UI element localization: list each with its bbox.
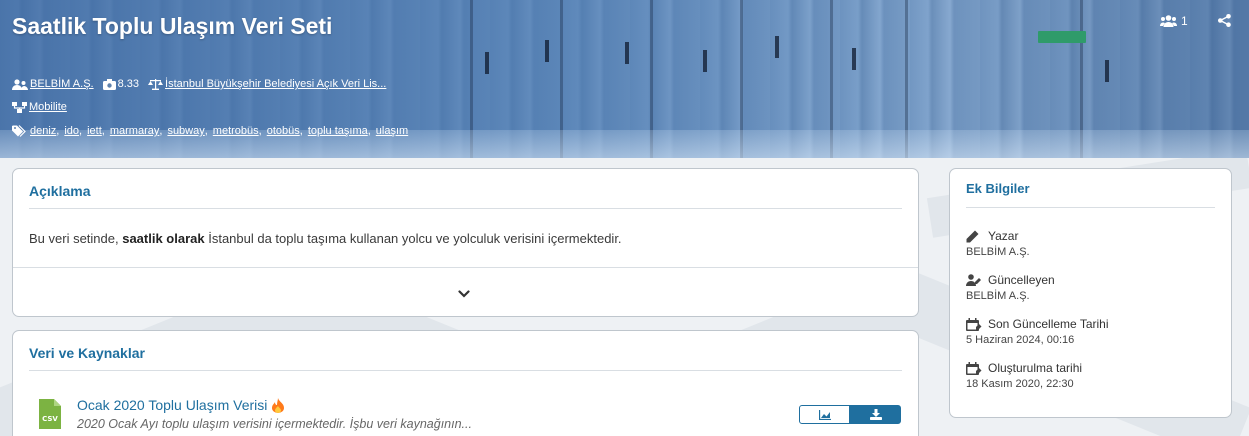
category-link[interactable]: Mobilite xyxy=(29,101,67,113)
resource-actions xyxy=(799,405,901,424)
csv-file-icon: CSV xyxy=(39,399,61,434)
additional-info-title: Ek Bilgiler xyxy=(966,181,1030,196)
additional-info-card: Ek Bilgiler Yazar BELBİM A.Ş. Güncelleye… xyxy=(949,168,1232,418)
tag-link[interactable]: iett xyxy=(87,125,102,137)
tag-link[interactable]: toplu taşıma xyxy=(308,125,368,137)
resource-description: 2020 Ocak Ayı toplu ulaşım verisini içer… xyxy=(77,417,472,431)
hero-bg-slot xyxy=(1105,60,1109,82)
share-icon xyxy=(1218,14,1231,27)
created-value: 18 Kasım 2020, 22:30 xyxy=(966,378,1074,390)
description-text: Bu veri setinde, saatlik olarak İstanbul… xyxy=(29,231,622,246)
description-title: Açıklama xyxy=(29,183,91,199)
description-text-bold: saatlik olarak xyxy=(122,231,205,246)
tags-icon xyxy=(12,125,28,137)
chevron-down-icon xyxy=(458,290,470,298)
created-label: Oluşturulma tarihi xyxy=(988,361,1083,375)
description-text-part: Bu veri setinde, xyxy=(29,231,123,246)
chart-icon xyxy=(818,409,831,420)
expand-description-button[interactable] xyxy=(458,285,470,303)
dataset-category-row: Mobilite xyxy=(12,101,67,113)
tag-link[interactable]: deniz xyxy=(30,125,56,137)
divider xyxy=(13,267,918,268)
author-label: Yazar xyxy=(988,229,1019,243)
created-info: Oluşturulma tarihi 18 Kasım 2020, 22:30 xyxy=(966,361,1082,390)
divider xyxy=(29,370,902,371)
resources-title: Veri ve Kaynaklar xyxy=(29,345,145,361)
resources-card: Veri ve Kaynaklar CSV Ocak 2020 Toplu Ul… xyxy=(12,330,919,436)
camera-icon xyxy=(102,78,116,90)
hero-bg-slot xyxy=(625,42,629,64)
download-button[interactable] xyxy=(850,405,901,424)
hero-bg-slot xyxy=(852,48,856,70)
license-link[interactable]: İstanbul Büyükşehir Belediyesi Açık Veri… xyxy=(165,78,386,90)
last-updated-value: 5 Haziran 2024, 00:16 xyxy=(966,334,1075,346)
tag-link[interactable]: marmaray xyxy=(110,125,160,137)
organization-link[interactable]: BELBİM A.Ş. xyxy=(30,78,94,90)
pen-icon xyxy=(966,230,984,243)
dataset-score: 8.33 xyxy=(117,78,140,90)
hero-bg-exit-sign xyxy=(1038,31,1086,43)
tag-link[interactable]: metrobüs xyxy=(213,125,259,137)
updater-label: Güncelleyen xyxy=(988,273,1055,287)
preview-button[interactable] xyxy=(799,405,850,424)
updater-info: Güncelleyen BELBİM A.Ş. xyxy=(966,273,1055,302)
last-updated-info: Son Güncelleme Tarihi 5 Haziran 2024, 00… xyxy=(966,317,1109,346)
download-icon xyxy=(869,409,882,420)
hero-bg-slot xyxy=(485,52,489,74)
author-info: Yazar BELBİM A.Ş. xyxy=(966,229,1030,258)
followers-count: 1 xyxy=(1181,14,1188,28)
updater-value: BELBİM A.Ş. xyxy=(966,290,1030,302)
divider xyxy=(29,208,902,209)
hero-bg-slot xyxy=(775,36,779,58)
resource-item: Ocak 2020 Toplu Ulaşım Verisi xyxy=(77,397,285,413)
followers-button[interactable]: 1 xyxy=(1160,14,1188,28)
sitemap-icon xyxy=(12,101,27,113)
scale-icon xyxy=(148,78,164,90)
share-button[interactable] xyxy=(1218,14,1231,27)
tag-link[interactable]: subway xyxy=(167,125,204,137)
dataset-title: Saatlik Toplu Ulaşım Veri Seti xyxy=(12,13,333,39)
calendar-icon xyxy=(966,317,984,331)
hero-bg-slot xyxy=(703,50,707,72)
svg-text:CSV: CSV xyxy=(42,415,58,423)
last-updated-label: Son Güncelleme Tarihi xyxy=(988,317,1109,331)
user-edit-icon xyxy=(966,274,984,286)
user-group-icon xyxy=(12,78,28,90)
resource-title-link[interactable]: Ocak 2020 Toplu Ulaşım Verisi xyxy=(77,397,267,413)
tag-list: deniz, ido, iett, marmaray, subway, metr… xyxy=(12,125,408,137)
hero-bg-slot xyxy=(545,40,549,62)
fire-icon xyxy=(272,397,285,413)
divider xyxy=(966,207,1215,208)
tag-link[interactable]: ulaşım xyxy=(376,125,408,137)
description-text-part: İstanbul da toplu taşıma kullanan yolcu … xyxy=(204,231,622,246)
users-icon xyxy=(1160,15,1177,27)
tag-link[interactable]: ido xyxy=(64,125,79,137)
tag-link[interactable]: otobüs xyxy=(267,125,300,137)
calendar-icon xyxy=(966,361,984,375)
dataset-meta-row: BELBİM A.Ş. 8.33 İstanbul Büyükşehir Bel… xyxy=(12,78,386,90)
dataset-hero: Saatlik Toplu Ulaşım Veri Seti BELBİM A.… xyxy=(0,0,1249,158)
description-card: Açıklama Bu veri setinde, saatlik olarak… xyxy=(12,168,919,317)
author-value: BELBİM A.Ş. xyxy=(966,246,1030,258)
